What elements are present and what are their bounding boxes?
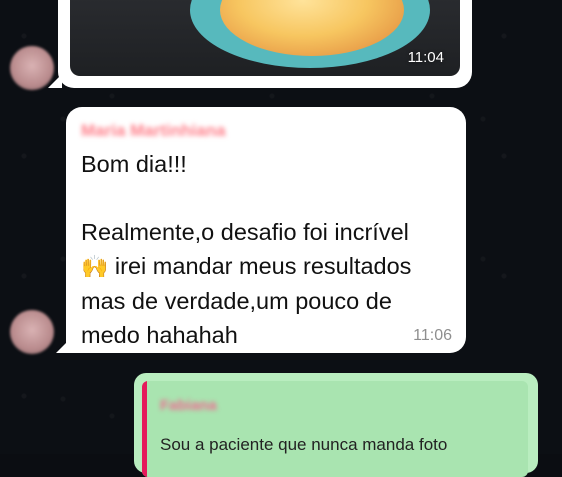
sender-avatar[interactable] xyxy=(10,310,54,354)
quote-accent-bar xyxy=(142,381,147,477)
message-line-greeting: Bom dia!!! xyxy=(81,151,187,177)
image-message-bubble[interactable]: 11:04 xyxy=(48,0,472,88)
quoted-sender-name: Fabiana xyxy=(160,397,217,414)
image-message-time: 11:04 xyxy=(407,49,444,66)
raising-hands-icon: 🙌 xyxy=(81,254,109,279)
message-line-body-start: Realmente,o desafio foi incrível xyxy=(81,219,409,245)
text-message-bubble[interactable]: Maria Martinhiana Bom dia!!! Realmente,o… xyxy=(56,107,466,353)
message-text: Bom dia!!! Realmente,o desafio foi incrí… xyxy=(81,147,457,352)
quoted-message[interactable]: Fabiana Sou a paciente que nunca manda f… xyxy=(142,381,528,477)
sender-avatar[interactable] xyxy=(10,46,54,90)
food-photo[interactable]: 11:04 xyxy=(70,0,460,76)
message-line-body-rest: irei mandar meus resultados mas de verda… xyxy=(81,253,412,348)
outgoing-message-bubble[interactable]: Fabiana Sou a paciente que nunca manda f… xyxy=(134,373,538,477)
quoted-message-text: Sou a paciente que nunca manda foto xyxy=(160,435,448,454)
message-sender-name[interactable]: Maria Martinhiana xyxy=(81,121,226,141)
text-message-time: 11:06 xyxy=(413,327,452,344)
